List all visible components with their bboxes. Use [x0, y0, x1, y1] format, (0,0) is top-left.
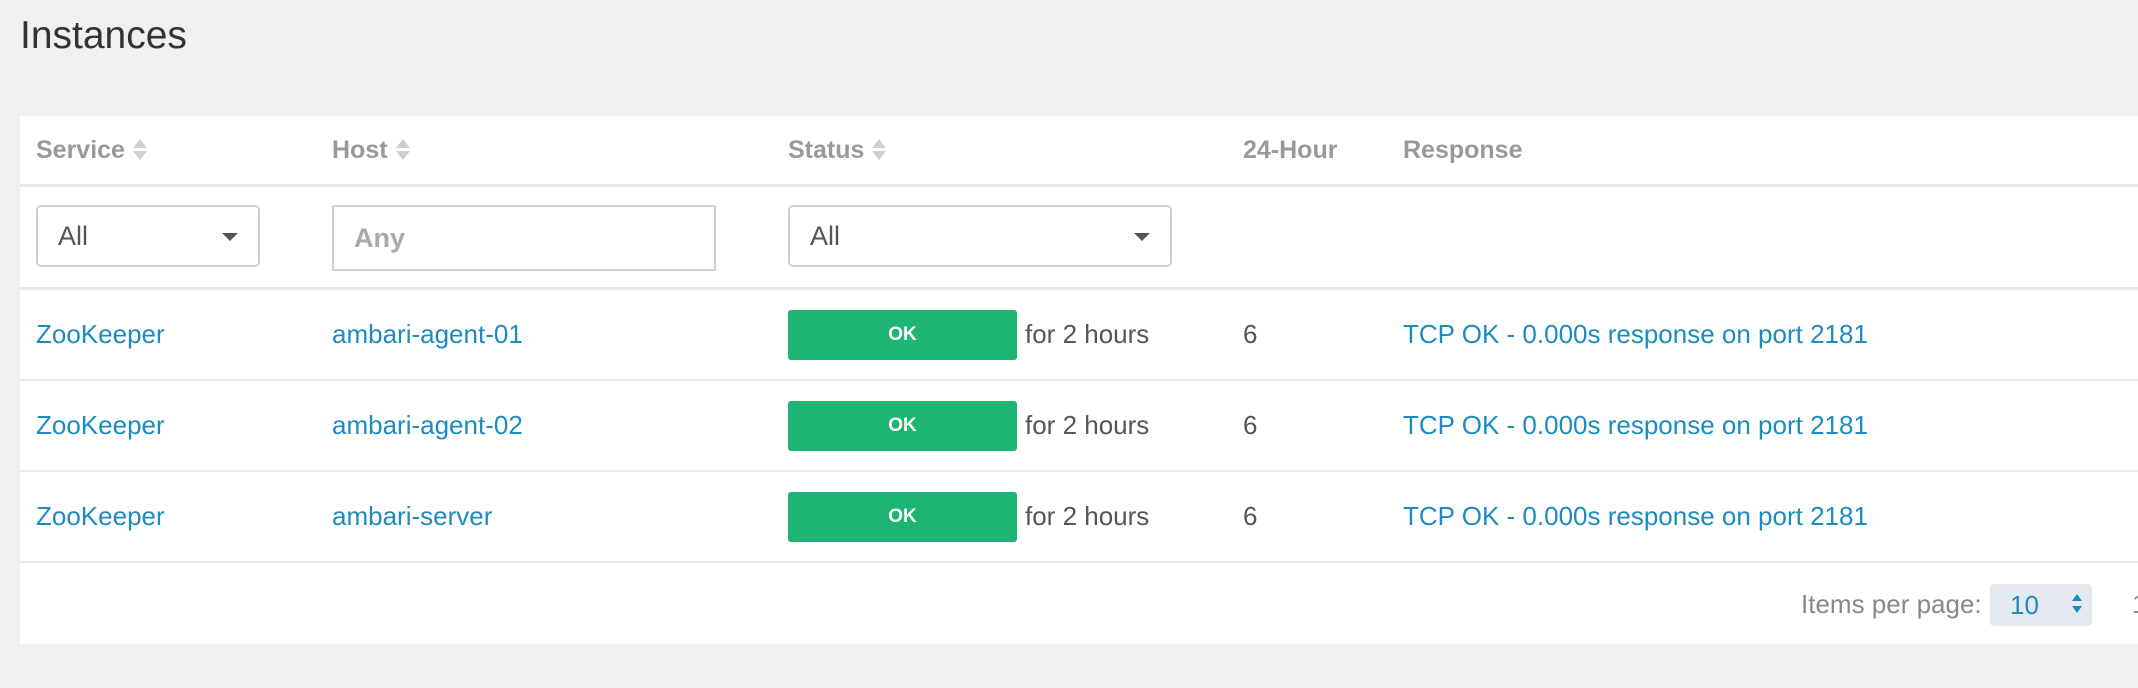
header-service-label: Service	[36, 136, 125, 164]
select-arrows-icon	[2072, 592, 2082, 618]
page-title: Instances	[20, 14, 187, 57]
status-duration: for 2 hours	[1025, 501, 1150, 531]
service-link[interactable]: ZooKeeper	[36, 290, 165, 379]
table-header: Service Host Status 24-Hour Response	[20, 116, 2138, 187]
host-link[interactable]: ambari-agent-01	[332, 290, 523, 379]
alert-count-24h: 6	[1243, 410, 1258, 440]
sort-icon[interactable]	[872, 136, 887, 164]
header-service[interactable]: Service	[36, 116, 147, 184]
response-link[interactable]: TCP OK - 0.000s response on port 2181	[1403, 381, 1868, 470]
status-badge: OK	[788, 310, 1017, 360]
response-link[interactable]: TCP OK - 0.000s response on port 2181	[1403, 290, 1868, 379]
status-filter-value: All	[810, 221, 841, 251]
instances-table: Service Host Status 24-Hour Response All…	[20, 116, 2138, 644]
header-response-label: Response	[1403, 136, 1523, 164]
pagination-range: 1 -	[2132, 564, 2138, 644]
items-per-page-label: Items per page:	[1801, 589, 1982, 619]
status-badge: OK	[788, 401, 1017, 451]
status-duration: for 2 hours	[1025, 410, 1150, 440]
header-24-hour: 24-Hour	[1243, 116, 1337, 184]
header-host-label: Host	[332, 136, 388, 164]
chevron-down-icon	[222, 233, 238, 241]
header-host[interactable]: Host	[332, 116, 410, 184]
header-status[interactable]: Status	[788, 116, 887, 184]
table-row: ZooKeeper ambari-agent-02 OK for 2 hours…	[20, 381, 2138, 472]
status-filter-select[interactable]: All	[788, 205, 1172, 267]
header-response: Response	[1403, 116, 1522, 184]
alert-count-24h: 6	[1243, 501, 1258, 531]
service-filter-value: All	[58, 221, 89, 251]
service-link[interactable]: ZooKeeper	[36, 472, 165, 561]
service-link[interactable]: ZooKeeper	[36, 381, 165, 470]
sort-icon[interactable]	[395, 136, 410, 164]
items-per-page-select[interactable]: 10	[1990, 584, 2092, 626]
table-row: ZooKeeper ambari-server OK for 2 hours 6…	[20, 472, 2138, 563]
host-link[interactable]: ambari-server	[332, 472, 492, 561]
service-filter-select[interactable]: All	[36, 205, 260, 267]
response-link[interactable]: TCP OK - 0.000s response on port 2181	[1403, 472, 1868, 561]
chevron-down-icon	[1134, 233, 1150, 241]
table-row: ZooKeeper ambari-agent-01 OK for 2 hours…	[20, 290, 2138, 381]
host-filter-input[interactable]	[332, 205, 716, 271]
alert-count-24h: 6	[1243, 319, 1258, 349]
pagination-footer: Items per page: 10 1 -	[20, 564, 2138, 644]
filter-row: All All	[20, 187, 2138, 290]
status-duration: for 2 hours	[1025, 319, 1150, 349]
host-link[interactable]: ambari-agent-02	[332, 381, 523, 470]
header-24-hour-label: 24-Hour	[1243, 136, 1338, 164]
items-per-page-value: 10	[2010, 590, 2039, 620]
header-status-label: Status	[788, 136, 865, 164]
status-badge: OK	[788, 492, 1017, 542]
sort-icon[interactable]	[132, 136, 147, 164]
